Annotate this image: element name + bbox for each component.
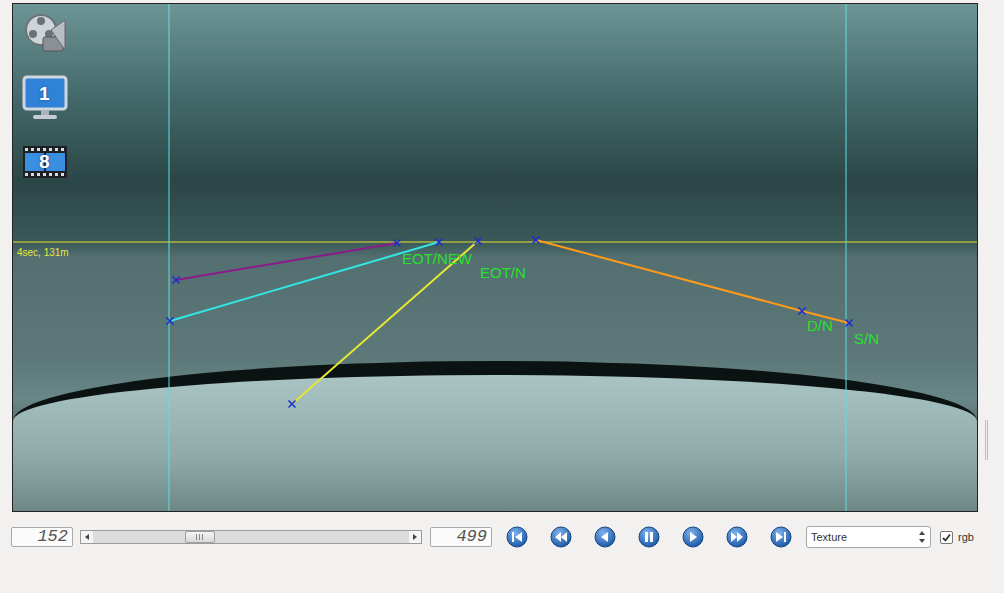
reel-icon[interactable] xyxy=(21,10,69,58)
grip-icon xyxy=(195,533,205,541)
frame-spinbox[interactable]: 152 xyxy=(11,527,73,547)
left-arrow-icon[interactable] xyxy=(83,533,91,541)
tool-monitor[interactable]: 1 xyxy=(21,74,69,122)
rgb-label[interactable]: rgb xyxy=(958,529,974,546)
playback-controls: 152 499 Texture rgb xyxy=(0,526,1004,548)
mode-value: Texture xyxy=(811,529,847,546)
slider-right-button[interactable] xyxy=(409,531,421,543)
right-arrow-icon[interactable] xyxy=(411,533,419,541)
up-down-arrows-icon[interactable] xyxy=(918,530,926,544)
time-distance-label: 4sec, 131m xyxy=(17,247,69,258)
tool-reel[interactable] xyxy=(21,10,69,58)
point-marker[interactable] xyxy=(394,240,401,247)
lane-label: EOT/NEW xyxy=(402,251,472,268)
guide-line xyxy=(169,4,170,512)
rewind-icon[interactable] xyxy=(550,526,572,548)
lane-label: S/N xyxy=(854,331,879,348)
play-icon[interactable] xyxy=(682,526,704,548)
total-frames-display: 499 xyxy=(430,527,492,547)
lane-line[interactable] xyxy=(176,243,397,280)
lane-line[interactable] xyxy=(292,241,478,404)
tool-number: 1 xyxy=(39,84,50,103)
point-marker[interactable] xyxy=(436,239,443,246)
horizon-line xyxy=(13,242,978,243)
guide-line xyxy=(846,4,847,512)
tool-filmstrip[interactable]: 8 xyxy=(21,138,69,186)
slider-left-button[interactable] xyxy=(81,531,93,543)
last-icon[interactable] xyxy=(770,526,792,548)
lane-line[interactable] xyxy=(170,242,439,321)
slider-handle[interactable] xyxy=(185,531,215,543)
point-marker[interactable] xyxy=(173,277,180,284)
annotation-overlay[interactable] xyxy=(13,4,978,512)
lane-label: D/N xyxy=(807,318,833,335)
window-edge-grip xyxy=(985,420,988,460)
tool-number: 8 xyxy=(39,152,50,171)
frame-slider[interactable] xyxy=(80,530,422,544)
lane-line[interactable] xyxy=(536,240,849,323)
mode-combobox[interactable]: Texture xyxy=(806,526,931,548)
point-marker[interactable] xyxy=(799,308,806,315)
slider-track[interactable] xyxy=(93,531,409,543)
prev-icon[interactable] xyxy=(594,526,616,548)
lane-label: EOT/N xyxy=(480,265,526,282)
forward-icon[interactable] xyxy=(726,526,748,548)
first-icon[interactable] xyxy=(506,526,528,548)
car-hood xyxy=(13,361,977,511)
point-marker[interactable] xyxy=(475,238,482,245)
point-marker[interactable] xyxy=(533,237,540,244)
video-frame: EOT/NEW EOT/N D/N S/N 4sec, 131m 1 8 xyxy=(12,3,978,512)
point-marker[interactable] xyxy=(167,318,174,325)
point-marker[interactable] xyxy=(289,401,296,408)
check-icon[interactable] xyxy=(941,532,952,543)
point-marker[interactable] xyxy=(846,320,853,327)
pause-icon[interactable] xyxy=(638,526,660,548)
rgb-checkbox[interactable] xyxy=(940,531,953,544)
